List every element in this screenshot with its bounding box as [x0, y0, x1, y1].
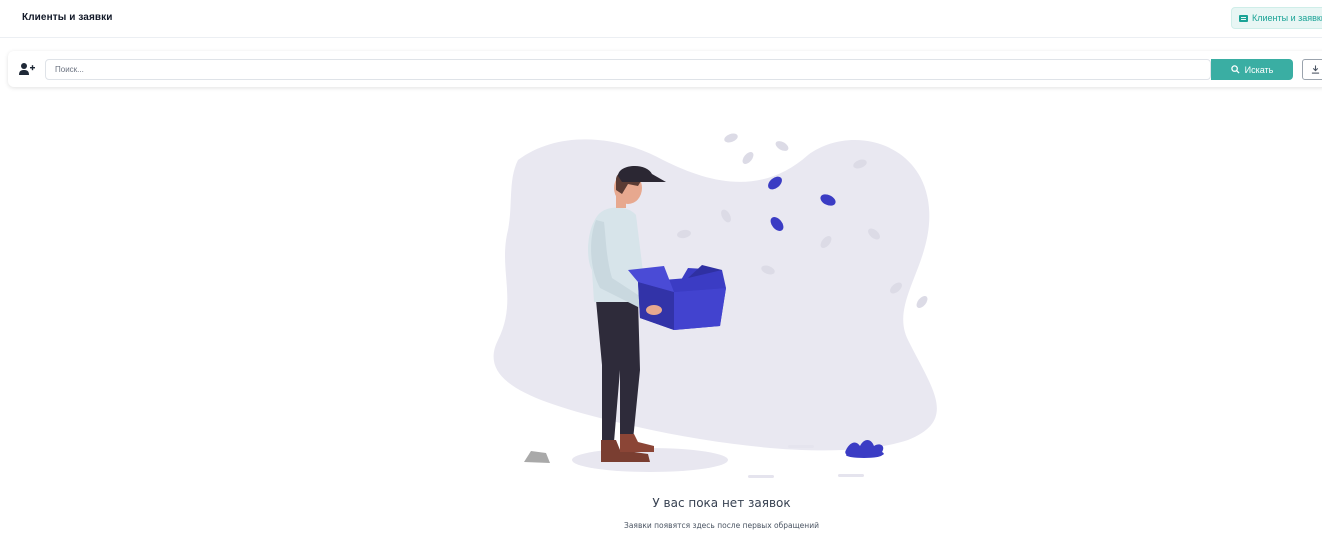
- search-icon: [1230, 65, 1240, 74]
- export-button[interactable]: [1302, 59, 1322, 80]
- search-input[interactable]: [45, 59, 1211, 80]
- top-bar: Клиенты и заявки Клиенты и заявки: [0, 0, 1322, 38]
- download-icon: [1311, 65, 1320, 74]
- card-list-icon: [1239, 14, 1248, 22]
- search-button[interactable]: Искать: [1211, 59, 1293, 80]
- empty-state-subtitle: Заявки появятся здесь после первых обращ…: [624, 521, 819, 530]
- clients-requests-chip[interactable]: Клиенты и заявки: [1231, 7, 1322, 29]
- add-user-icon: [19, 63, 35, 75]
- search-button-label: Искать: [1244, 64, 1274, 75]
- rock-shape: [524, 451, 550, 463]
- add-user-button[interactable]: [18, 61, 36, 77]
- search-panel: Искать: [8, 51, 1322, 87]
- empty-state-title: У вас пока нет заявок: [652, 496, 791, 510]
- chip-label: Клиенты и заявки: [1252, 13, 1322, 23]
- page-title: Клиенты и заявки: [22, 12, 113, 23]
- empty-box-illustration: [493, 133, 937, 478]
